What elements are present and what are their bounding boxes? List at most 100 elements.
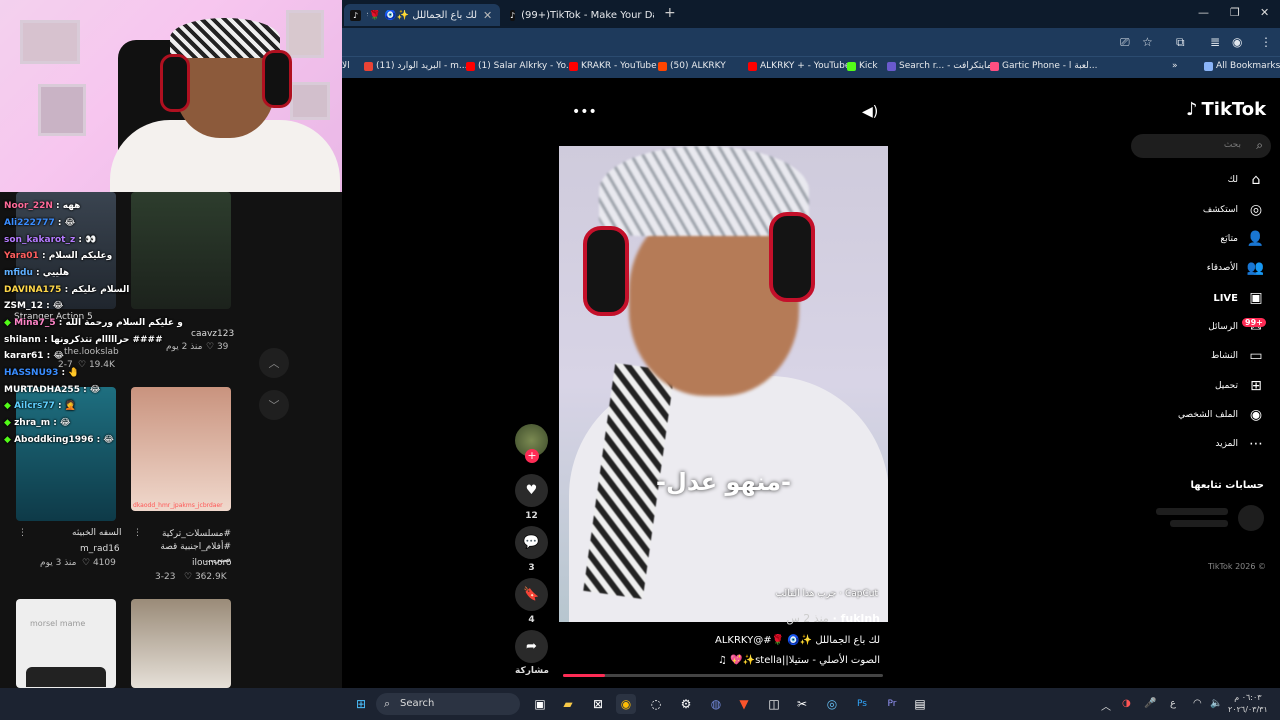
video-player[interactable]: -منهو عدل- CapCut · جرب هذا القالب xyxy=(559,146,888,622)
feed-time: منذ 3 يوم xyxy=(40,558,77,568)
bookmark-youtube-krakr[interactable]: KRAKR - YouTube xyxy=(569,61,657,71)
nav-following[interactable]: 👤 متابَع xyxy=(1220,231,1264,247)
bookmark-youtube-alkrky[interactable]: ALKRKY + - YouTube xyxy=(748,61,850,71)
menu-kebab-icon[interactable]: ⋮ xyxy=(1260,35,1272,49)
new-tab-icon[interactable]: + xyxy=(664,5,676,21)
save-count: 4 xyxy=(528,615,535,625)
volume-icon[interactable]: ◀) xyxy=(862,104,878,120)
user-follow-icon: 👤 xyxy=(1246,231,1264,247)
bookmark-star-icon[interactable]: ☆ xyxy=(1142,35,1153,49)
more-options-icon[interactable]: ••• xyxy=(572,104,597,120)
discord-icon[interactable]: ◍ xyxy=(706,694,726,714)
like-button[interactable]: ♥ xyxy=(515,474,548,507)
chat-message: Ali222777 : 😂 xyxy=(4,218,76,228)
skeleton-line xyxy=(1170,520,1228,527)
nav-explore[interactable]: ◎ استكشف xyxy=(1203,202,1264,218)
scroll-up-button[interactable]: ︿ xyxy=(259,348,289,378)
app-icon[interactable]: ◌ xyxy=(646,694,666,714)
save-button[interactable]: 🔖 xyxy=(515,578,548,611)
nav-live[interactable]: ▣ LIVE xyxy=(1213,290,1264,306)
wifi-icon[interactable]: ◠ xyxy=(1193,698,1202,709)
install-app-icon[interactable]: ⎚ xyxy=(1120,35,1130,50)
following-accounts-title: حسابات تتابعها xyxy=(1190,480,1264,491)
brave-icon[interactable]: ▼ xyxy=(734,694,754,714)
tiktok-logo[interactable]: ♪ TikTok xyxy=(1186,99,1266,120)
bookmark-minecraft-search[interactable]: Search r... - مايتكرافت xyxy=(887,61,992,71)
all-bookmarks[interactable]: All Bookmarks xyxy=(1204,61,1280,71)
video-author-line[interactable]: fuklnh · منذ 2 س xyxy=(786,612,880,625)
headphone xyxy=(262,50,292,108)
store-icon[interactable]: ⊠ xyxy=(588,694,608,714)
windows-start-icon[interactable]: ⊞ xyxy=(351,694,371,714)
streamer-bandana xyxy=(170,18,280,58)
video-thumb[interactable] xyxy=(131,192,231,309)
bookmark-overflow-label[interactable]: الا xyxy=(342,61,350,71)
nav-friends[interactable]: 👥 الأصدقاء xyxy=(1207,260,1264,276)
bookmark-alkrky[interactable]: (50) ALKRKY xyxy=(658,61,726,71)
app-icon[interactable]: ◫ xyxy=(764,694,784,714)
youtube-icon xyxy=(748,61,757,71)
taskbar-clock[interactable]: ٠٦:٠٣ م ٢٠٢٦/٠٣/٣١ xyxy=(1228,692,1268,716)
gartic-icon xyxy=(990,61,999,71)
video-progress-bar[interactable] xyxy=(563,674,883,677)
skeleton-line xyxy=(1156,508,1228,515)
extensions-icon[interactable]: ⧉ xyxy=(1176,35,1185,50)
minimize-icon[interactable]: — xyxy=(1198,6,1209,19)
video-caption-overlay: -منهو عدل- xyxy=(656,468,791,496)
nav-profile[interactable]: ◉ الملف الشخصي xyxy=(1178,407,1264,423)
task-view-icon[interactable]: ▣ xyxy=(530,694,550,714)
video-thumb[interactable] xyxy=(131,599,231,688)
file-explorer-icon[interactable]: ▰ xyxy=(558,694,578,714)
close-window-icon[interactable]: ✕ xyxy=(1260,6,1269,19)
bookmark-gartic[interactable]: Gartic Phone - لعبة ا... xyxy=(990,61,1097,71)
chrome-icon[interactable]: ◉ xyxy=(616,694,636,714)
bookmarks-bar: الا (11) البريد الوارد - m... (1) Salar … xyxy=(342,56,1280,78)
search-input[interactable]: بحث ⌕ xyxy=(1131,134,1271,158)
language-indicator[interactable]: ع xyxy=(1170,698,1176,709)
video-sound[interactable]: الصوت الأصلي - ستيلا||stella✨💖 ♫ xyxy=(718,655,880,666)
app-icon[interactable]: ▤ xyxy=(910,694,930,714)
nav-more[interactable]: ⋯ المزيد xyxy=(1215,436,1264,452)
reading-list-icon[interactable]: ≣ xyxy=(1210,35,1220,49)
capcut-icon[interactable]: ✂ xyxy=(792,694,812,714)
kebab-icon[interactable]: ⋮ xyxy=(18,528,27,538)
premiere-icon[interactable]: Pr xyxy=(882,694,902,714)
feed-author[interactable]: iloumoro xyxy=(192,558,232,568)
tiktok-favicon-icon: ♪ xyxy=(350,9,361,21)
bookmark-youtube-salar[interactable]: (1) Salar Alkrky - Yo... xyxy=(466,61,574,71)
tray-app-icon[interactable]: ◑ xyxy=(1122,698,1131,709)
nav-for-you[interactable]: ⌂ لك xyxy=(1228,172,1264,188)
tray-chevron-icon[interactable]: ︿ xyxy=(1101,698,1111,713)
feed-author[interactable]: the.lookslab xyxy=(64,347,119,357)
bookmarks-overflow-icon[interactable]: » xyxy=(1172,61,1178,71)
follow-plus-icon[interactable]: + xyxy=(525,449,539,463)
thumb-overlay-text: morsel mame xyxy=(30,619,86,628)
comment-button[interactable]: 💬 xyxy=(515,526,548,559)
browser-tab-active[interactable]: ♪ لك باع الجماللل ✨🧿 🌹#@ ✕ xyxy=(344,4,500,26)
search-icon[interactable]: ⌕ xyxy=(1256,138,1263,153)
steam-icon[interactable]: ◎ xyxy=(822,694,842,714)
nav-upload[interactable]: ⊞ تحميل xyxy=(1215,378,1264,394)
close-tab-icon[interactable]: ✕ xyxy=(483,9,492,22)
profile-avatar-icon[interactable]: ◉ xyxy=(1232,35,1242,49)
feed-likes: ♡ 4109 xyxy=(82,558,116,568)
feed-author[interactable]: m_rad16 xyxy=(80,544,120,554)
youtube-icon xyxy=(466,61,475,71)
scroll-down-button[interactable]: ﹀ xyxy=(259,390,289,420)
video-thumb[interactable]: morsel mame xyxy=(16,599,116,688)
photoshop-icon[interactable]: Ps xyxy=(852,694,872,714)
settings-icon[interactable]: ⚙ xyxy=(676,694,696,714)
bookmark-kick[interactable]: Kick xyxy=(847,61,878,71)
feed-author[interactable]: caavz123 xyxy=(191,329,234,339)
restore-icon[interactable]: ❐ xyxy=(1230,6,1240,19)
headphone xyxy=(160,54,190,112)
nav-activity[interactable]: ▭ النشاط xyxy=(1211,348,1264,364)
volume-icon[interactable]: 🔈 xyxy=(1210,698,1222,709)
share-button[interactable]: ➦ xyxy=(515,630,548,663)
bookmark-gmail[interactable]: (11) البريد الوارد - m... xyxy=(364,61,467,71)
microphone-icon[interactable]: 🎤 xyxy=(1144,698,1156,709)
video-thumb[interactable]: dkaodd_hmr_jpakms_jcbrdaer xyxy=(131,387,231,511)
taskbar-search[interactable]: ⌕ Search xyxy=(376,693,520,715)
browser-tab[interactable]: ♪ (99+)TikTok - Make Your Day ✕ xyxy=(504,4,654,26)
capcut-template-link[interactable]: CapCut · جرب هذا القالب xyxy=(776,589,878,599)
